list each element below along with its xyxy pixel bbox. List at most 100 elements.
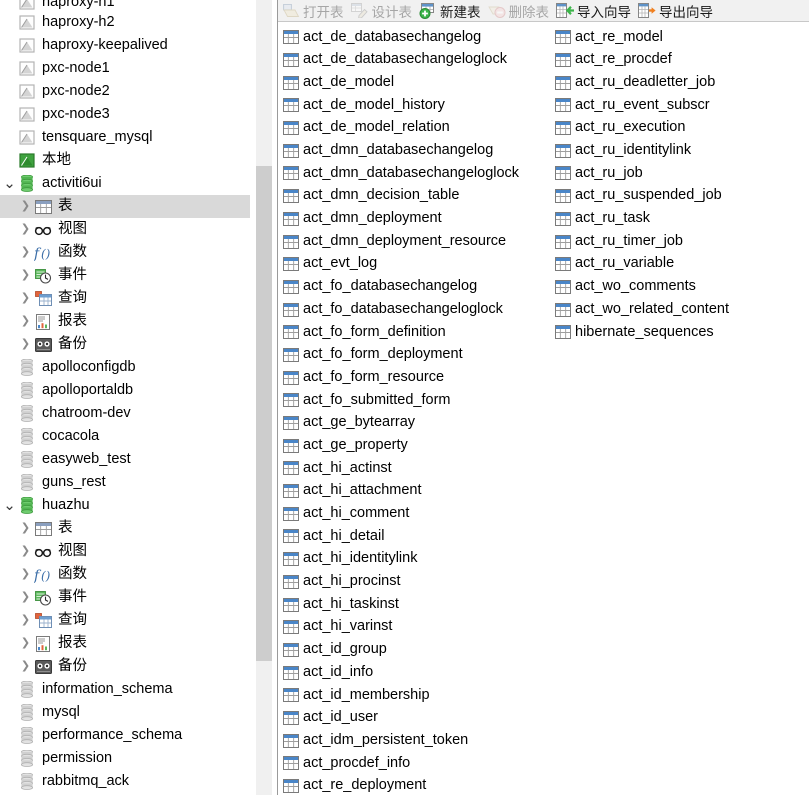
tree-item-folder[interactable]: ❯ 查询 <box>0 609 250 632</box>
tree-item-database[interactable]: ⌄ activiti6ui <box>0 172 250 195</box>
chevron-right-icon[interactable]: ❯ <box>18 224 33 235</box>
table-list-item[interactable]: act_procdef_info <box>282 752 519 775</box>
table-list-item[interactable]: act_fo_databasechangeloglock <box>282 298 519 321</box>
table-list-item[interactable]: act_dmn_databasechangelog <box>282 139 519 162</box>
tree-item-folder[interactable]: ❯ f() 函数 <box>0 241 250 264</box>
table-list-item[interactable]: act_hi_varinst <box>282 616 519 639</box>
tree-item-database[interactable]: chatroom-dev <box>0 402 250 425</box>
table-list-item[interactable]: act_de_model_relation <box>282 117 519 140</box>
table-list-item[interactable]: act_hi_taskinst <box>282 593 519 616</box>
tree-item-database[interactable]: cocacola <box>0 425 250 448</box>
table-list-item[interactable]: act_fo_form_resource <box>282 366 519 389</box>
tree-item-folder[interactable]: ❯ 视图 <box>0 218 250 241</box>
table-list-item[interactable]: act_hi_detail <box>282 525 519 548</box>
table-list-item[interactable]: act_fo_form_deployment <box>282 344 519 367</box>
table-list-item[interactable]: act_ru_deadletter_job <box>554 71 729 94</box>
tree-item-connection[interactable]: haproxy-keepalived <box>0 34 250 57</box>
table-list-item[interactable]: act_id_info <box>282 661 519 684</box>
table-list-item[interactable]: act_de_model <box>282 71 519 94</box>
table-list-item[interactable]: act_ru_variable <box>554 253 729 276</box>
table-list-item[interactable]: act_evt_log <box>282 253 519 276</box>
table-list-item[interactable]: act_dmn_deployment_resource <box>282 230 519 253</box>
table-list-item[interactable]: act_de_databasechangeloglock <box>282 49 519 72</box>
tree-item-database[interactable]: permission <box>0 747 250 770</box>
tree-item-database[interactable]: easyweb_test <box>0 448 250 471</box>
tree-item-folder[interactable]: ❯ 查询 <box>0 287 250 310</box>
table-list-item[interactable]: act_wo_related_content <box>554 298 729 321</box>
table-list-item[interactable]: act_ru_task <box>554 208 729 231</box>
table-list-item[interactable]: act_ru_job <box>554 162 729 185</box>
table-list-item[interactable]: act_idm_persistent_token <box>282 729 519 752</box>
tree-item-folder[interactable]: ❯ f() 函数 <box>0 563 250 586</box>
tree-item-connection[interactable]: pxc-node3 <box>0 103 250 126</box>
sidebar-scrollbar-thumb[interactable] <box>256 166 272 661</box>
tree-item-folder[interactable]: ❯ 事件 <box>0 586 250 609</box>
table-list-item[interactable]: act_dmn_deployment <box>282 208 519 231</box>
tree-item-database[interactable]: rabbitmq_ack <box>0 770 250 793</box>
table-list-item[interactable]: act_fo_form_definition <box>282 321 519 344</box>
chevron-right-icon[interactable]: ❯ <box>18 201 33 212</box>
tree-item-folder[interactable]: ❯ 备份 <box>0 333 250 356</box>
chevron-right-icon[interactable]: ❯ <box>18 316 33 327</box>
toolbar-button-export-wizard[interactable]: 导出向导 <box>636 1 718 21</box>
toolbar-button-new-table[interactable]: 新建表 <box>417 1 486 21</box>
tree-item-connection[interactable]: pxc-node1 <box>0 57 250 80</box>
tree-item-folder[interactable]: ❯ 备份 <box>0 655 250 678</box>
tree-item-connection[interactable]: haproxy-h2 <box>0 11 250 34</box>
table-list-item[interactable]: act_re_model <box>554 26 729 49</box>
table-list-item[interactable]: act_hi_comment <box>282 502 519 525</box>
tree-item-folder[interactable]: ❯ 事件 <box>0 264 250 287</box>
table-list-item[interactable]: act_id_group <box>282 639 519 662</box>
tree-item-database[interactable]: mysql <box>0 701 250 724</box>
tree-item-database[interactable]: apolloportaldb <box>0 379 250 402</box>
table-list-item[interactable]: act_dmn_decision_table <box>282 185 519 208</box>
table-list-item[interactable]: act_fo_submitted_form <box>282 389 519 412</box>
table-list-item[interactable]: act_de_model_history <box>282 94 519 117</box>
toolbar-button-import-wizard[interactable]: 导入向导 <box>554 1 636 21</box>
tree-item-database[interactable]: information_schema <box>0 678 250 701</box>
chevron-right-icon[interactable]: ❯ <box>18 270 33 281</box>
tree-item-database[interactable]: guns_rest <box>0 471 250 494</box>
table-list-item[interactable]: act_fo_databasechangelog <box>282 276 519 299</box>
chevron-right-icon[interactable]: ❯ <box>18 339 33 350</box>
chevron-down-icon[interactable]: ⌄ <box>2 176 17 191</box>
database-tree[interactable]: haproxy-h1 haproxy-h2 haproxy-keepalived px… <box>0 0 250 795</box>
chevron-right-icon[interactable]: ❯ <box>18 661 33 672</box>
tree-item-connection[interactable]: haproxy-h1 <box>0 0 250 11</box>
tree-item-folder[interactable]: ❯ 表 <box>0 195 250 218</box>
table-list-item[interactable]: act_ru_event_subscr <box>554 94 729 117</box>
chevron-down-icon[interactable]: ⌄ <box>2 498 17 513</box>
tree-item-connection[interactable]: 本地 <box>0 149 250 172</box>
tree-item-folder[interactable]: ❯ 视图 <box>0 540 250 563</box>
chevron-right-icon[interactable]: ❯ <box>18 592 33 603</box>
chevron-right-icon[interactable]: ❯ <box>18 569 33 580</box>
table-list-item[interactable]: act_ge_bytearray <box>282 412 519 435</box>
tree-item-folder[interactable]: ❯ 报表 <box>0 310 250 333</box>
table-list-item[interactable]: act_wo_comments <box>554 276 729 299</box>
table-list-item[interactable]: hibernate_sequences <box>554 321 729 344</box>
chevron-right-icon[interactable]: ❯ <box>18 247 33 258</box>
tree-item-database[interactable]: performance_schema <box>0 724 250 747</box>
table-list-item[interactable]: act_hi_attachment <box>282 480 519 503</box>
table-list-item[interactable]: act_re_procdef <box>554 49 729 72</box>
table-list-item[interactable]: act_hi_procinst <box>282 571 519 594</box>
table-list-item[interactable]: act_hi_identitylink <box>282 548 519 571</box>
chevron-right-icon[interactable]: ❯ <box>18 523 33 534</box>
tree-item-folder[interactable]: ❯ 报表 <box>0 632 250 655</box>
table-list-item[interactable]: act_ru_timer_job <box>554 230 729 253</box>
table-list[interactable]: act_de_databasechangelog act_de_databasec… <box>278 22 809 794</box>
table-list-item[interactable]: act_id_user <box>282 707 519 730</box>
tree-item-connection[interactable]: tensquare_mysql <box>0 126 250 149</box>
object-toolbar[interactable]: 打开表 设计表 新建表 删除表 导入向导 导出向导 <box>278 0 809 22</box>
table-list-item[interactable]: act_dmn_databasechangeloglock <box>282 162 519 185</box>
tree-item-database[interactable]: apolloconfigdb <box>0 356 250 379</box>
table-list-item[interactable]: act_hi_actinst <box>282 457 519 480</box>
chevron-right-icon[interactable]: ❯ <box>18 615 33 626</box>
table-list-item[interactable]: act_ge_property <box>282 434 519 457</box>
chevron-right-icon[interactable]: ❯ <box>18 293 33 304</box>
tree-item-connection[interactable]: pxc-node2 <box>0 80 250 103</box>
object-tree-sidebar[interactable]: haproxy-h1 haproxy-h2 haproxy-keepalived px… <box>0 0 250 795</box>
sidebar-scrollbar-column[interactable] <box>250 0 278 795</box>
chevron-right-icon[interactable]: ❯ <box>18 546 33 557</box>
tree-item-folder[interactable]: ❯ 表 <box>0 517 250 540</box>
